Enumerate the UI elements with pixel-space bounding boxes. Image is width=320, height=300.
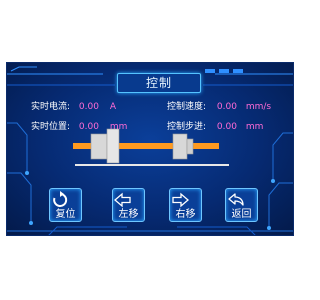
back-label: 返回: [231, 209, 252, 220]
speed-unit: mm/s: [245, 102, 272, 112]
page-title: 控制: [117, 73, 201, 93]
arrow-left-icon: [114, 192, 131, 208]
speed-value: 0.00: [216, 102, 237, 112]
move-left-button[interactable]: 左移: [112, 188, 145, 222]
speed-label: 控制速度:: [167, 102, 207, 112]
arrow-right-icon: [172, 192, 189, 208]
move-right-button[interactable]: 右移: [169, 188, 202, 222]
reset-label: 复位: [55, 209, 76, 220]
current-value: 0.00: [78, 102, 99, 112]
position-unit: mm: [109, 122, 128, 132]
position-readout: 实时位置: 0.00 mm: [31, 119, 127, 132]
current-unit: A: [109, 102, 117, 112]
step-unit: mm: [245, 122, 264, 132]
step-label: 控制步进:: [167, 122, 207, 132]
control-screen: 控制 实时电流: 0.00 A 实时位置: 0.00 mm 控制速度: 0.00…: [6, 62, 294, 236]
position-value: 0.00: [78, 122, 99, 132]
back-icon: [228, 193, 244, 206]
position-label: 实时位置:: [31, 122, 71, 132]
current-label: 实时电流:: [31, 102, 71, 112]
actuator-diagram: [73, 128, 229, 166]
speed-readout: 控制速度: 0.00 mm/s: [167, 99, 271, 112]
move-right-label: 右移: [175, 209, 196, 220]
move-left-label: 左移: [118, 209, 139, 220]
reset-icon: [53, 191, 68, 207]
step-value: 0.00: [216, 122, 237, 132]
back-button[interactable]: 返回: [225, 188, 258, 222]
step-readout: 控制步进: 0.00 mm: [167, 119, 263, 132]
reset-button[interactable]: 复位: [49, 188, 82, 222]
current-readout: 实时电流: 0.00 A: [31, 99, 116, 112]
